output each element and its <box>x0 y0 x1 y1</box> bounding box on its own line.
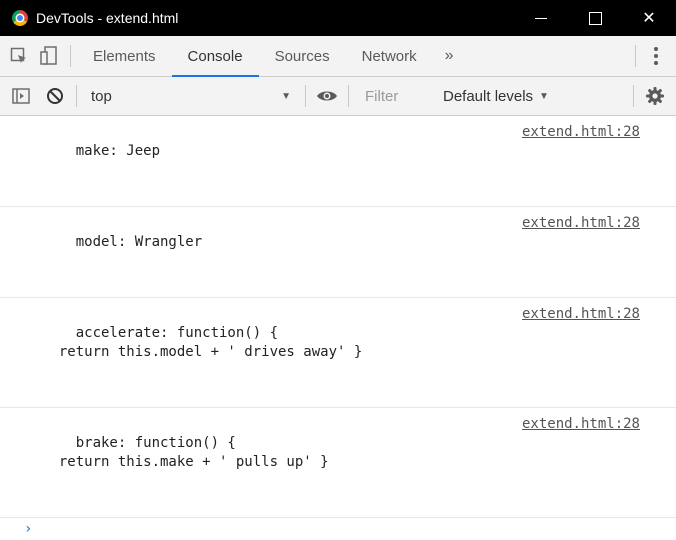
console-message: make: Jeep extend.html:28 <box>0 116 676 207</box>
minimize-icon <box>535 17 547 19</box>
context-selector[interactable]: top ▼ <box>83 82 299 110</box>
source-link[interactable]: extend.html:28 <box>522 305 640 324</box>
close-button[interactable]: ✕ <box>622 0 676 36</box>
inspect-element-button[interactable] <box>4 36 34 76</box>
console-prompt[interactable]: › <box>0 518 676 540</box>
console-toolbar: top ▼ Filter Default levels ▼ <box>0 77 676 116</box>
console-message: accelerate: function() { return this.mod… <box>0 298 676 408</box>
window-controls: ✕ <box>514 0 676 36</box>
devtools-tabbar: Elements Console Sources Network » <box>0 36 676 77</box>
console-message-text: brake: function() { return this.make + '… <box>58 435 329 470</box>
filter-input[interactable]: Filter <box>355 88 435 105</box>
source-link[interactable]: extend.html:28 <box>522 123 640 142</box>
console-message-text: model: Wrangler <box>75 234 203 250</box>
window-title: DevTools - extend.html <box>36 10 179 26</box>
eye-icon <box>317 91 337 101</box>
source-link[interactable]: extend.html:28 <box>522 214 640 233</box>
chevron-down-icon: ▼ <box>281 90 291 102</box>
live-expression-button[interactable] <box>312 76 342 116</box>
maximize-icon <box>588 11 602 25</box>
chrome-app-icon <box>12 10 28 26</box>
tab-elements[interactable]: Elements <box>77 36 172 76</box>
inspect-element-icon <box>10 47 26 63</box>
tab-console[interactable]: Console <box>171 36 259 77</box>
show-sidebar-button[interactable] <box>6 76 36 116</box>
device-toolbar-icon <box>40 46 57 65</box>
window-titlebar: DevTools - extend.html ✕ <box>0 0 676 36</box>
tab-network[interactable]: Network <box>346 36 433 76</box>
log-levels-dropdown[interactable]: Default levels ▼ <box>435 88 557 105</box>
source-link[interactable]: extend.html:28 <box>522 415 640 434</box>
show-sidebar-icon <box>12 88 30 104</box>
toolbar-divider <box>305 85 306 107</box>
maximize-button[interactable] <box>568 0 622 36</box>
log-levels-label: Default levels <box>443 87 534 105</box>
console-settings-button[interactable] <box>640 76 670 116</box>
chevron-down-icon: ▼ <box>539 90 549 102</box>
device-toolbar-button[interactable] <box>34 36 64 76</box>
context-value: top <box>91 87 112 105</box>
prompt-chevron-icon: › <box>24 521 33 537</box>
more-tabs-button[interactable]: » <box>433 47 466 65</box>
console-message: brake: function() { return this.make + '… <box>0 408 676 518</box>
toolbar-divider <box>633 85 634 107</box>
console-message-text: accelerate: function() { return this.mod… <box>58 325 363 360</box>
more-options-icon <box>654 54 658 58</box>
console-message-text: make: Jeep <box>75 143 161 159</box>
gear-icon <box>646 87 664 105</box>
toolbar-divider <box>348 85 349 107</box>
toolbar-divider <box>70 45 71 67</box>
more-options-button[interactable] <box>635 45 676 67</box>
minimize-button[interactable] <box>514 0 568 36</box>
tab-sources[interactable]: Sources <box>259 36 346 76</box>
clear-console-button[interactable] <box>40 76 70 116</box>
clear-console-icon <box>47 88 63 104</box>
toolbar-divider <box>76 85 77 107</box>
close-icon: ✕ <box>642 10 656 27</box>
console-message: model: Wrangler extend.html:28 <box>0 207 676 298</box>
console-output: make: Jeep extend.html:28 model: Wrangle… <box>0 116 676 537</box>
